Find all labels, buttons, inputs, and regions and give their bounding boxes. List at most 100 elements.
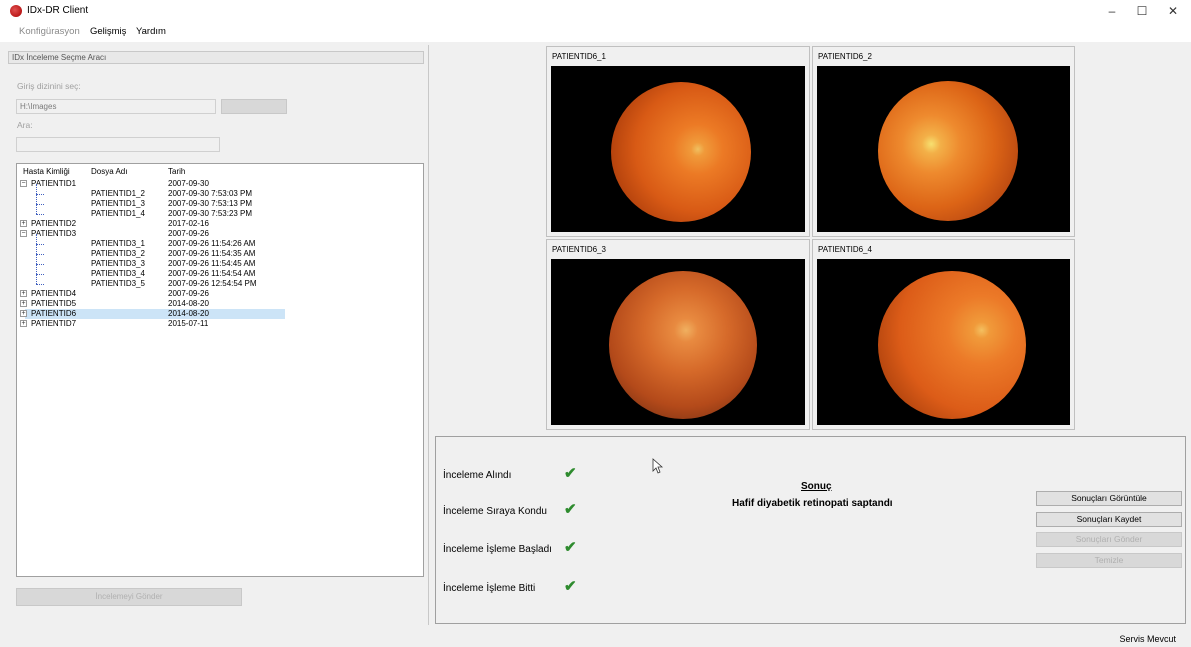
fundus-image-tile[interactable]: PATIENTID6_2 bbox=[812, 46, 1075, 237]
tree-file-row[interactable]: PATIENTID1_2 2007-09-30 7:53:03 PM bbox=[17, 184, 423, 199]
fundus-image bbox=[817, 66, 1070, 232]
row-date: 2007-09-30 7:53:13 PM bbox=[168, 199, 253, 208]
row-date: 2015-07-11 bbox=[168, 319, 209, 328]
status-step-label: İnceleme İşleme Bitti bbox=[443, 583, 536, 594]
patient-id: PATIENTID7 bbox=[31, 319, 77, 328]
tree-file-row[interactable]: PATIENTID1_3 2007-09-30 7:53:13 PM bbox=[17, 194, 423, 209]
tree-file-row[interactable]: PATIENTID3_2 2007-09-26 11:54:35 AM bbox=[17, 244, 423, 259]
menu-advanced[interactable]: Gelişmiş bbox=[90, 26, 126, 37]
patient-id: PATIENTID1 bbox=[31, 179, 77, 188]
result-title: Sonuç bbox=[801, 481, 832, 492]
row-date: 2007-09-30 7:53:03 PM bbox=[168, 189, 253, 198]
minimize-button[interactable]: – bbox=[1097, 3, 1127, 19]
column-date[interactable]: Tarih bbox=[168, 167, 185, 176]
check-icon: ✔ bbox=[564, 578, 577, 595]
collapse-icon[interactable]: − bbox=[20, 230, 27, 237]
tree-file-row[interactable]: PATIENTID1_4 2007-09-30 7:53:23 PM bbox=[17, 204, 423, 219]
tree-connector bbox=[36, 264, 44, 265]
expand-icon[interactable]: + bbox=[20, 300, 27, 307]
patient-tree[interactable]: Hasta Kimliği Dosya Adı Tarih − PATIENTID… bbox=[16, 163, 424, 577]
fundus-image-tile[interactable]: PATIENTID6_3 bbox=[546, 239, 810, 430]
send-results-button[interactable]: Sonuçları Gönder bbox=[1036, 532, 1182, 547]
fundus-photo bbox=[611, 82, 751, 222]
submit-exam-button[interactable]: İncelemeyi Gönder bbox=[16, 588, 242, 606]
exam-selection-panel: IDx İnceleme Seçme Aracı Giriş dizinini … bbox=[8, 45, 428, 625]
row-date: 2014-08-20 bbox=[168, 299, 209, 308]
row-date: 2007-09-26 bbox=[168, 289, 209, 298]
search-combo[interactable] bbox=[16, 137, 220, 152]
view-results-button[interactable]: Sonuçları Görüntüle bbox=[1036, 491, 1182, 506]
tree-connector bbox=[36, 244, 37, 254]
fundus-image bbox=[551, 66, 805, 232]
file-name: PATIENTID3_3 bbox=[91, 259, 145, 268]
close-button[interactable]: ✕ bbox=[1158, 3, 1188, 19]
file-name: PATIENTID1_2 bbox=[91, 189, 145, 198]
column-file-name[interactable]: Dosya Adı bbox=[91, 167, 127, 176]
column-patient-id[interactable]: Hasta Kimliği bbox=[23, 167, 70, 176]
fundus-photo bbox=[878, 81, 1018, 221]
fundus-image bbox=[817, 259, 1070, 425]
expand-icon[interactable]: + bbox=[20, 320, 27, 327]
expand-icon[interactable]: + bbox=[20, 310, 27, 317]
menu-configuration[interactable]: Konfigürasyon bbox=[19, 26, 80, 37]
expand-icon[interactable]: + bbox=[20, 220, 27, 227]
tree-connector bbox=[36, 284, 44, 285]
row-date: 2007-09-26 11:54:54 AM bbox=[168, 269, 256, 278]
status-step-label: İnceleme Sıraya Kondu bbox=[443, 506, 547, 517]
file-name: PATIENTID3_5 bbox=[91, 279, 145, 288]
patient-id: PATIENTID4 bbox=[31, 289, 77, 298]
collapse-icon[interactable]: − bbox=[20, 180, 27, 187]
check-icon: ✔ bbox=[564, 539, 577, 556]
tree-patient-row[interactable]: − PATIENTID1 2007-09-30 bbox=[17, 179, 423, 189]
check-icon: ✔ bbox=[564, 465, 577, 482]
tree-patient-row[interactable]: + PATIENTID7 2015-07-11 bbox=[17, 319, 423, 329]
tree-patient-row[interactable]: + PATIENTID4 2007-09-26 bbox=[17, 289, 423, 299]
panel-title: IDx İnceleme Seçme Aracı bbox=[8, 51, 424, 64]
app-window: IDx-DR Client – ☐ ✕ Konfigürasyon Gelişm… bbox=[0, 0, 1191, 647]
save-results-button[interactable]: Sonuçları Kaydet bbox=[1036, 512, 1182, 527]
file-name: PATIENTID3_1 bbox=[91, 239, 145, 248]
tree-patient-row[interactable]: + PATIENTID5 2014-08-20 bbox=[17, 299, 423, 309]
input-dir-field[interactable]: H:\Images bbox=[16, 99, 216, 114]
row-date: 2007-09-26 11:54:45 AM bbox=[168, 259, 256, 268]
menu-help[interactable]: Yardım bbox=[136, 26, 166, 37]
tree-file-row[interactable]: PATIENTID3_3 2007-09-26 11:54:45 AM bbox=[17, 254, 423, 269]
tree-connector bbox=[36, 184, 37, 194]
status-bar: Servis Mevcut bbox=[0, 630, 1191, 647]
menu-bar: Konfigürasyon Gelişmiş Yardım bbox=[0, 22, 1191, 42]
tree-connector bbox=[36, 194, 44, 195]
browse-button[interactable] bbox=[221, 99, 287, 114]
file-name: PATIENTID1_4 bbox=[91, 209, 145, 218]
clear-button[interactable]: Temizle bbox=[1036, 553, 1182, 568]
row-date: 2017-02-16 bbox=[168, 219, 209, 228]
tree-header: Hasta Kimliği Dosya Adı Tarih bbox=[17, 164, 423, 178]
expand-icon[interactable]: + bbox=[20, 290, 27, 297]
tree-patient-row[interactable]: − PATIENTID3 2007-09-26 bbox=[17, 229, 423, 239]
check-icon: ✔ bbox=[564, 501, 577, 518]
tree-file-row[interactable]: PATIENTID3_1 2007-09-26 11:54:26 AM bbox=[17, 234, 423, 249]
service-status: Servis Mevcut bbox=[1119, 634, 1176, 644]
tree-file-row[interactable]: PATIENTID3_5 2007-09-26 12:54:54 PM bbox=[17, 274, 423, 289]
tree-file-row[interactable]: PATIENTID3_4 2007-09-26 11:54:54 AM bbox=[17, 264, 423, 279]
patient-id: PATIENTID5 bbox=[31, 299, 77, 308]
tree-connector bbox=[36, 274, 37, 284]
tree-connector bbox=[36, 194, 37, 204]
tree-connector bbox=[36, 204, 37, 214]
file-name: PATIENTID3_4 bbox=[91, 269, 145, 278]
maximize-button[interactable]: ☐ bbox=[1127, 3, 1157, 19]
tree-connector bbox=[36, 244, 44, 245]
tree-connector bbox=[36, 214, 44, 215]
result-panel: İnceleme Alındı ✔ İnceleme Sıraya Kondu … bbox=[435, 436, 1186, 624]
row-date: 2014-08-20 bbox=[168, 309, 209, 318]
input-dir-label: Giriş dizinini seç: bbox=[17, 81, 81, 91]
tree-connector bbox=[36, 234, 37, 244]
fundus-image bbox=[551, 259, 805, 425]
fundus-image-tile[interactable]: PATIENTID6_1 bbox=[546, 46, 810, 237]
tree-patient-row[interactable]: + PATIENTID6 2014-08-20 bbox=[20, 309, 285, 319]
fundus-image-tile[interactable]: PATIENTID6_4 bbox=[812, 239, 1075, 430]
patient-id: PATIENTID2 bbox=[31, 219, 77, 228]
fundus-photo bbox=[878, 271, 1026, 419]
fundus-photo bbox=[609, 271, 757, 419]
tree-patient-row[interactable]: + PATIENTID2 2017-02-16 bbox=[17, 219, 423, 229]
mouse-cursor-icon bbox=[652, 458, 664, 474]
